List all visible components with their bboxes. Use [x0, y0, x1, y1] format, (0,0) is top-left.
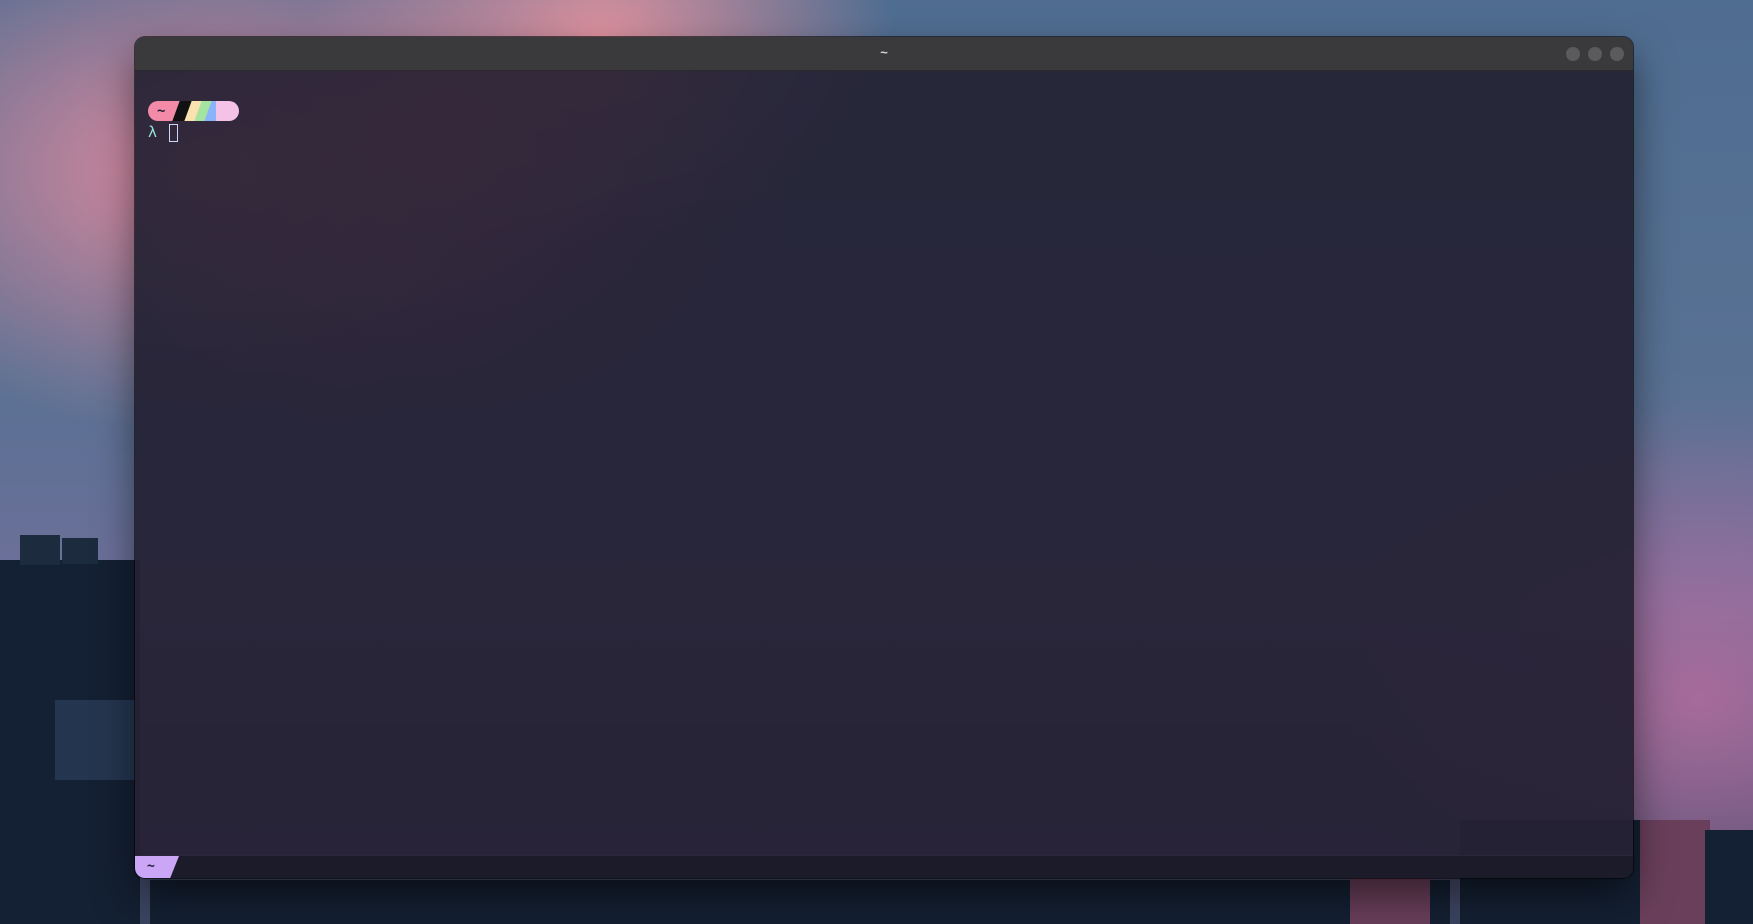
tab-home[interactable]: ~: [135, 856, 179, 878]
close-button[interactable]: [1610, 47, 1624, 61]
prompt-symbol: λ: [148, 123, 158, 141]
prompt-end-segment: [216, 101, 239, 121]
terminal-window[interactable]: ~ ~ λ ~: [135, 37, 1633, 878]
wallpaper-building: [62, 538, 98, 564]
wallpaper-building: [1640, 820, 1710, 924]
window-title: ~: [880, 45, 888, 60]
wallpaper-building: [1350, 878, 1430, 924]
prompt-segments: ~: [148, 101, 239, 121]
maximize-button[interactable]: [1588, 47, 1602, 61]
desktop-wallpaper: ~ ~ λ ~: [0, 0, 1753, 924]
terminal-content[interactable]: ~ λ: [135, 71, 1633, 856]
wallpaper-building: [20, 535, 60, 565]
wallpaper-building: [1705, 830, 1753, 924]
minimize-button[interactable]: [1566, 47, 1580, 61]
terminal-cursor[interactable]: [169, 124, 178, 142]
wallpaper-building: [55, 700, 135, 780]
title-bar[interactable]: ~: [135, 37, 1633, 71]
wallpaper-building: [150, 880, 1450, 924]
tab-bar: ~: [135, 855, 1633, 878]
